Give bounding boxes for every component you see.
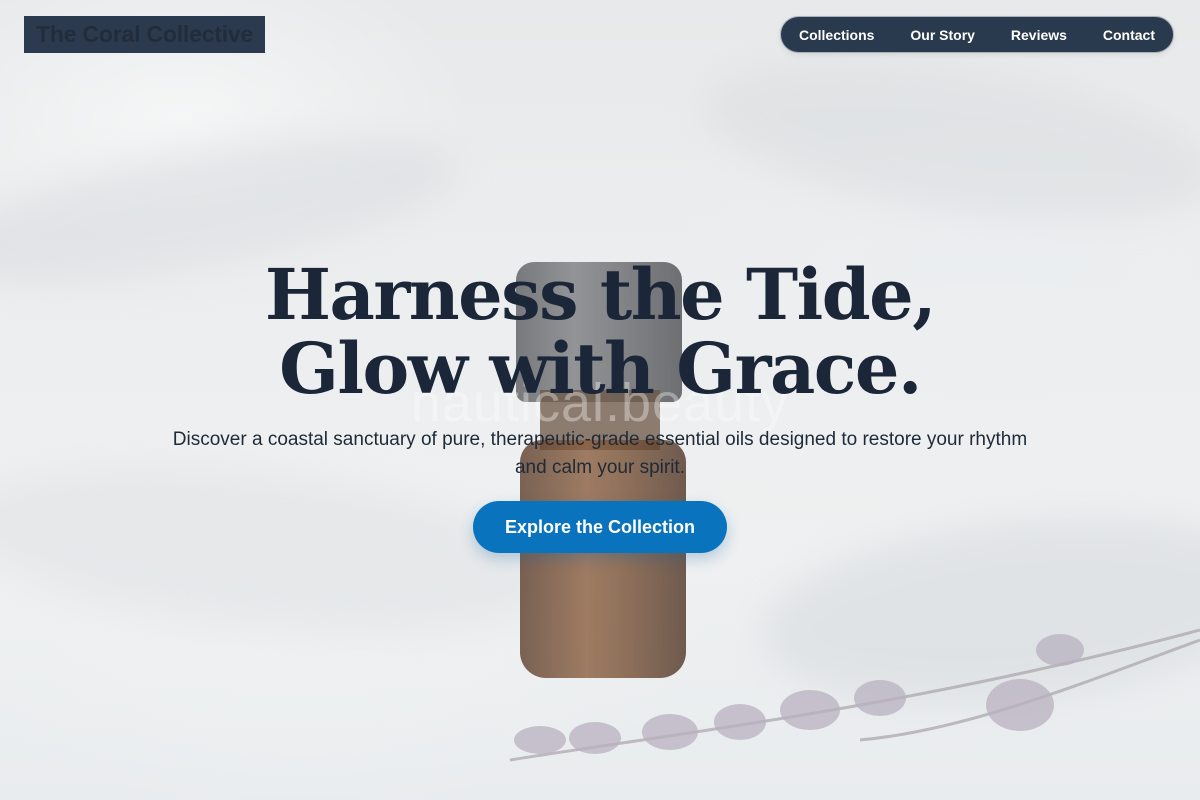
- headline-line-1: Harness the Tide,: [264, 253, 937, 336]
- nav-our-story[interactable]: Our Story: [910, 27, 975, 43]
- brand-name: The Coral Collective: [36, 21, 254, 47]
- hero-headline: Harness the Tide, Glow with Grace.: [0, 258, 1200, 406]
- hero-subtitle: Discover a coastal sanctuary of pure, th…: [172, 429, 1028, 478]
- nav-reviews[interactable]: Reviews: [1011, 27, 1067, 43]
- brand-logo[interactable]: The Coral Collective: [24, 16, 266, 53]
- nav-contact[interactable]: Contact: [1103, 27, 1155, 43]
- nav-collections[interactable]: Collections: [799, 27, 874, 43]
- main-nav: Collections Our Story Reviews Contact: [780, 16, 1174, 53]
- headline-line-2: Glow with Grace.: [279, 327, 922, 410]
- lavender-sprig-image: [509, 628, 1200, 762]
- explore-collection-button[interactable]: Explore the Collection: [473, 501, 727, 553]
